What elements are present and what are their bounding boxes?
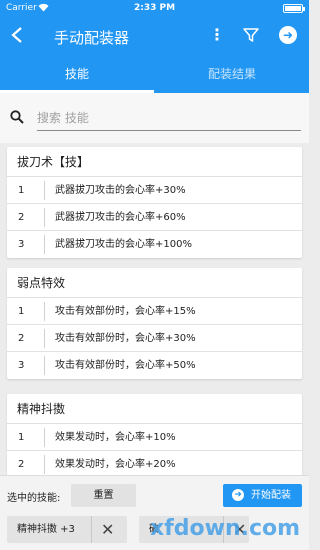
row-divider (44, 235, 45, 254)
chip-divider (91, 516, 92, 543)
back-arrow-icon[interactable] (10, 24, 24, 48)
search-input[interactable] (37, 105, 301, 131)
selected-skill-chip[interactable]: 精神抖擞 +3 ✕ (7, 516, 127, 543)
skill-level-row[interactable]: 3 攻击有效部份时，会心率+50% (7, 352, 302, 379)
more-vertical-icon[interactable]: ⋮ (209, 25, 225, 44)
level-effect: 武器拔刀攻击的会心率+60% (55, 212, 186, 223)
level-effect: 攻击有效部份时，会心率+30% (55, 333, 196, 344)
skill-level-row[interactable]: 1 效果发动时，会心率+10% (7, 424, 302, 451)
row-divider (44, 181, 45, 200)
search-bar (0, 93, 309, 143)
skill-level-row[interactable]: 3 武器拔刀攻击的会心率+100% (7, 231, 302, 258)
skill-level-row[interactable]: 1 攻击有效部份时，会心率+15% (7, 298, 302, 325)
chip-label: 精神抖擞 +3 (17, 524, 75, 535)
page-title: 手动配装器 (54, 29, 130, 47)
level-number: 2 (18, 459, 25, 470)
skill-name: 精神抖擞 (7, 394, 302, 424)
reset-button[interactable]: 重置 (71, 484, 136, 507)
battery-icon (283, 4, 303, 13)
tab-results-label: 配装结果 (207, 67, 256, 81)
level-effect: 攻击有效部份时，会心率+15% (55, 306, 196, 317)
skill-level-row[interactable]: 2 武器拔刀攻击的会心率+60% (7, 204, 302, 231)
start-build-button[interactable]: ➜ 开始配装 (223, 484, 302, 507)
filter-icon[interactable] (243, 27, 259, 47)
level-number: 1 (18, 306, 25, 317)
search-icon (10, 109, 24, 128)
level-effect: 攻击有效部份时，会心率+50% (55, 360, 196, 371)
skill-name: 拔刀术【技】 (7, 147, 302, 177)
level-effect: 效果发动时，会心率+20% (55, 459, 176, 470)
skill-level-row[interactable]: 2 攻击有效部份时，会心率+30% (7, 325, 302, 352)
row-divider (44, 208, 45, 227)
level-effect: 武器拔刀攻击的会心率+30% (55, 185, 186, 196)
selected-skills-label: 选中的技能: (7, 493, 61, 504)
status-bar: Carrier 2:33 PM (0, 0, 309, 18)
skill-card: 弱点特效 1 攻击有效部份时，会心率+15% 2 攻击有效部份时，会心率+30%… (7, 268, 302, 379)
status-time: 2:33 PM (133, 3, 176, 13)
level-number: 3 (18, 360, 25, 371)
arrow-right-circle-icon[interactable]: ➜ (279, 26, 297, 44)
row-divider (44, 356, 45, 375)
row-divider (44, 455, 45, 474)
level-number: 2 (18, 212, 25, 223)
level-number: 2 (18, 333, 25, 344)
start-build-label: 开始配装 (251, 490, 291, 501)
tab-results[interactable]: 配装结果 (155, 56, 309, 93)
level-number: 3 (18, 239, 25, 250)
tab-bar: 技能 配装结果 (0, 56, 309, 93)
watermark-logo: xfdown.com (150, 516, 301, 541)
row-divider (44, 428, 45, 447)
level-number: 1 (18, 432, 25, 443)
skill-card: 精神抖擞 1 效果发动时，会心率+10% 2 效果发动时，会心率+20% (7, 394, 302, 478)
skill-card: 拔刀术【技】 1 武器拔刀攻击的会心率+30% 2 武器拔刀攻击的会心率+60%… (7, 147, 302, 258)
tab-skills[interactable]: 技能 (0, 56, 154, 93)
level-number: 1 (18, 185, 25, 196)
skill-name: 弱点特效 (7, 268, 302, 298)
row-divider (44, 329, 45, 348)
battery-tip (303, 7, 305, 11)
tab-skills-label: 技能 (64, 67, 89, 81)
close-icon[interactable]: ✕ (101, 516, 114, 543)
arrow-right-circle-icon: ➜ (232, 489, 244, 501)
level-effect: 效果发动时，会心率+10% (55, 432, 176, 443)
level-effect: 武器拔刀攻击的会心率+100% (55, 239, 192, 250)
app-bar: 手动配装器 ⋮ ➜ (0, 18, 309, 56)
skill-level-row[interactable]: 2 效果发动时，会心率+20% (7, 451, 302, 478)
row-divider (44, 302, 45, 321)
skill-level-row[interactable]: 1 武器拔刀攻击的会心率+30% (7, 177, 302, 204)
